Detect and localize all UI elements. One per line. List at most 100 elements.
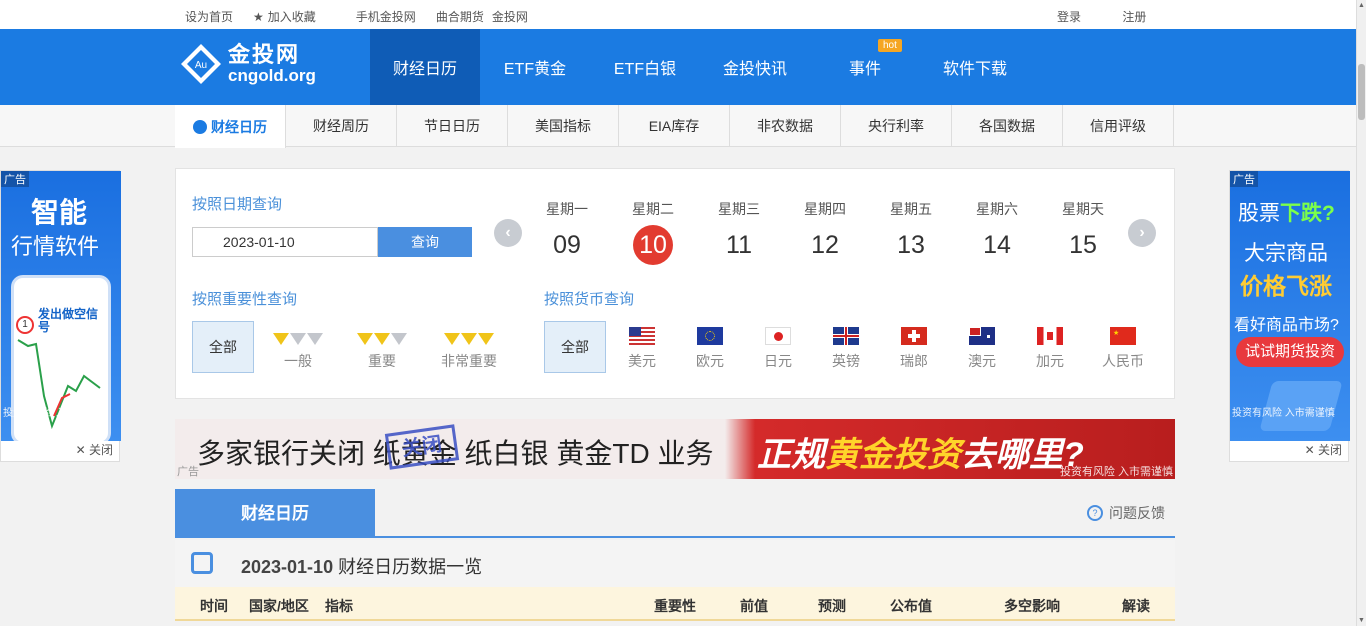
nav-finance-calendar[interactable]: 财经日历 <box>370 29 480 105</box>
nav-label: 金投快讯 <box>722 61 787 78</box>
ad-line-3: 价格飞涨 <box>1240 273 1332 299</box>
currency-query-label: 按照货币查询 <box>544 291 635 308</box>
currency-aud[interactable]: 澳元 <box>957 327 1007 371</box>
importance-important-option[interactable]: 重要 <box>354 329 410 371</box>
currency-all-option[interactable]: 全部 <box>544 321 606 373</box>
subnav-credit-rating[interactable]: 信用评级 <box>1063 105 1174 147</box>
currency-gbp[interactable]: 英镑 <box>821 327 871 371</box>
right-side-ad[interactable]: 广告 股票下跌? 大宗商品 价格飞涨 看好商品市场? 试试期货投资 投资有风险 … <box>1229 170 1350 462</box>
ad-risk-notice: 投资有风险 入市需谨慎 <box>1232 408 1335 419</box>
nav-software-download[interactable]: 软件下载 <box>920 29 1030 105</box>
logo-text-en: cngold.org <box>228 66 316 85</box>
nav-etf-silver[interactable]: ETF白银 <box>590 29 700 105</box>
ad-close-button[interactable]: ✕ 关闭 <box>76 441 113 458</box>
day-number: 12 <box>811 231 839 259</box>
subnav-finance-calendar[interactable]: 财经日历 <box>175 105 286 148</box>
set-homepage-link[interactable]: 设为首页 <box>185 8 233 25</box>
star-icon: ★ <box>253 9 264 24</box>
ad-cta-button[interactable]: 试试期货投资 <box>1236 337 1344 367</box>
day-mon[interactable]: 星期一 09 <box>524 199 610 265</box>
next-week-button[interactable]: › <box>1128 219 1156 247</box>
subnav-finance-weekly[interactable]: 财经周历 <box>286 105 397 147</box>
day-tue[interactable]: 星期二 10 <box>610 199 696 265</box>
weekday-label: 星期一 <box>546 201 588 217</box>
query-button[interactable]: 查询 <box>378 227 472 257</box>
week-day-selector: 星期一 09 星期二 10 星期三 11 星期四 12 星期五 13 星期六 14 星期天 1… <box>524 199 1126 265</box>
importance-normal-option[interactable]: 一般 <box>270 329 326 371</box>
diamond-icons <box>270 329 326 345</box>
weekday-label: 星期三 <box>718 201 760 217</box>
main-header: Au 金投网 cngold.org 财经日历 ETF黄金 ETF白银 金投快讯 … <box>0 29 1356 105</box>
importance-label: 非常重要 <box>441 353 497 369</box>
chevron-right-icon: › <box>1139 224 1145 241</box>
day-thu[interactable]: 星期四 12 <box>782 199 868 265</box>
ad-headline-b: 下跌? <box>1280 202 1335 225</box>
nav-flash-news[interactable]: 金投快讯 <box>700 29 810 105</box>
scroll-up-icon[interactable]: ▲ <box>1358 2 1365 9</box>
futures-link[interactable]: 曲合期货 <box>436 8 484 25</box>
australia-flag-icon <box>969 327 995 345</box>
nav-etf-gold[interactable]: ETF黄金 <box>480 29 590 105</box>
scroll-down-icon[interactable]: ▼ <box>1358 617 1365 624</box>
col-impact: 多空影响 <box>1004 598 1060 614</box>
day-sat[interactable]: 星期六 14 <box>954 199 1040 265</box>
banner-ad[interactable]: 多家银行关闭 纸黄金 纸白银 黄金TD 业务 关闭 正规黄金投资去哪里? 广告 … <box>175 419 1175 479</box>
page-scrollbar[interactable]: ▲ ▼ <box>1356 0 1366 626</box>
day-number: 13 <box>897 231 925 259</box>
subnav-nonfarm[interactable]: 非农数据 <box>730 105 841 147</box>
day-sun[interactable]: 星期天 15 <box>1040 199 1126 265</box>
currency-label: 瑞郎 <box>900 353 928 369</box>
day-number: 09 <box>553 231 581 259</box>
content-tab-bar: 财经日历 ? 问题反馈 <box>175 489 1175 538</box>
canada-flag-icon <box>1037 327 1063 345</box>
left-side-ad[interactable]: 广告 智能 行情软件 1 发出做空信号 投资有风险 入市需谨慎 ✕ 关闭 <box>0 170 121 462</box>
table-title-bar: 2023-01-10 财经日历数据一览 <box>175 540 1175 587</box>
ad-risk-notice: 投资有风险 入市需谨慎 <box>1059 466 1173 478</box>
currency-jpy[interactable]: 日元 <box>753 327 803 371</box>
subnav-eia-inventory[interactable]: EIA库存 <box>619 105 730 147</box>
subnav-holiday-calendar[interactable]: 节日日历 <box>397 105 508 147</box>
importance-all-option[interactable]: 全部 <box>192 321 254 373</box>
site-logo[interactable]: Au 金投网 cngold.org <box>180 43 316 85</box>
subnav-central-bank-rates[interactable]: 央行利率 <box>841 105 952 147</box>
col-importance: 重要性 <box>654 598 696 614</box>
nav-events[interactable]: 事件 hot <box>810 29 920 105</box>
mobile-site-link[interactable]: 手机金投网 <box>356 8 416 25</box>
col-country: 国家/地区 <box>249 598 309 614</box>
weekday-label: 星期六 <box>976 201 1018 217</box>
sub-nav: 财经日历 财经周历 节日日历 美国指标 EIA库存 非农数据 央行利率 各国数据… <box>0 105 1356 148</box>
day-wed[interactable]: 星期三 11 <box>696 199 782 265</box>
importance-very-important-option[interactable]: 非常重要 <box>434 329 504 371</box>
ad-close-button[interactable]: ✕ 关闭 <box>1305 441 1342 458</box>
currency-cny[interactable]: ★ 人民币 <box>1093 327 1153 371</box>
prev-week-button[interactable]: ‹ <box>494 219 522 247</box>
ad-headline: 智能 <box>31 197 88 228</box>
diamond-icons <box>434 329 504 345</box>
feedback-link[interactable]: ? 问题反馈 <box>1087 503 1165 523</box>
currency-chf[interactable]: 瑞郎 <box>889 327 939 371</box>
site-link[interactable]: 金投网 <box>492 8 528 25</box>
currency-usd[interactable]: 美元 <box>617 327 667 371</box>
subnav-us-indicators[interactable]: 美国指标 <box>508 105 619 147</box>
date-query-label: 按照日期查询 <box>192 196 283 213</box>
currency-label: 澳元 <box>968 353 996 369</box>
subnav-country-data[interactable]: 各国数据 <box>952 105 1063 147</box>
tab-finance-calendar[interactable]: 财经日历 <box>175 489 375 538</box>
add-favorite-label: 加入收藏 <box>267 10 316 24</box>
day-fri[interactable]: 星期五 13 <box>868 199 954 265</box>
logo-text-cn: 金投网 <box>228 42 301 67</box>
day-number: 10 <box>633 225 673 265</box>
chart-illustration <box>17 339 101 430</box>
scroll-thumb[interactable] <box>1358 64 1365 120</box>
currency-eur[interactable]: 欧元 <box>685 327 735 371</box>
ad-line-2: 大宗商品 <box>1244 242 1328 265</box>
register-link[interactable]: 注册 <box>1122 10 1146 24</box>
ad-risk-notice: 投资有风险 入市需谨慎 <box>3 408 106 419</box>
currency-label: 美元 <box>628 353 656 369</box>
add-favorite-link[interactable]: ★ 加入收藏 <box>253 8 336 25</box>
currency-cad[interactable]: 加元 <box>1025 327 1075 371</box>
date-input[interactable]: 2023-01-10 <box>192 227 378 257</box>
eu-flag-icon <box>697 327 723 345</box>
nav-label: 事件 <box>848 61 881 78</box>
login-link[interactable]: 登录 <box>1057 10 1081 24</box>
